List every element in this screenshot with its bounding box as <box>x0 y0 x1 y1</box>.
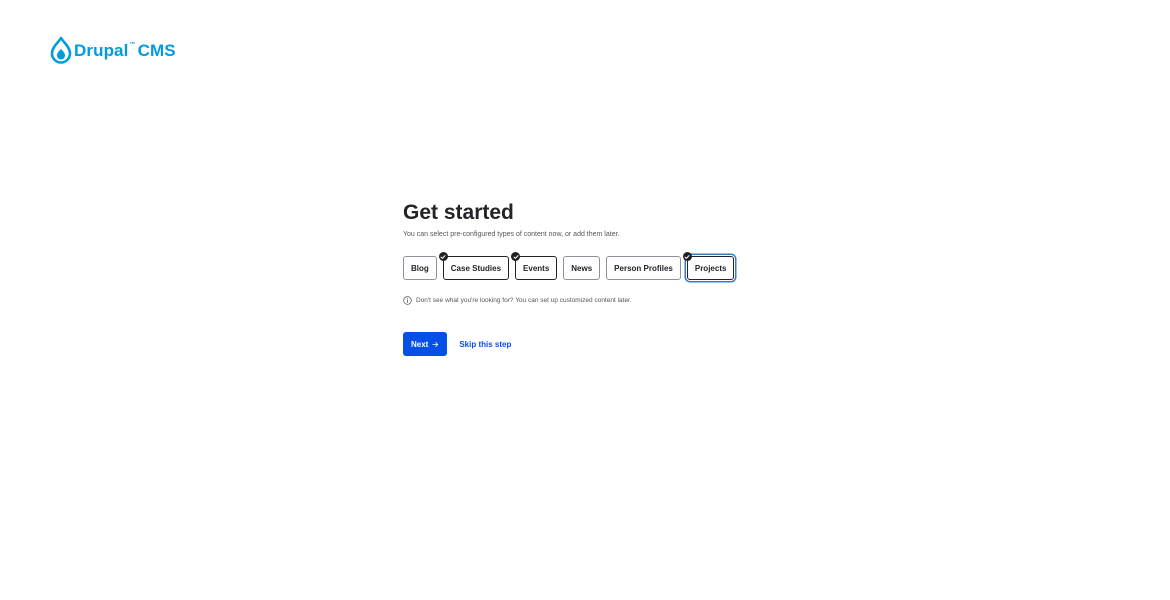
drupal-drop-icon <box>50 36 72 64</box>
info-icon <box>403 295 412 305</box>
get-started-panel: Get started You can select pre-configure… <box>403 200 823 356</box>
next-button[interactable]: Next <box>403 332 448 356</box>
logo-wordmark: Drupal ™ CMS <box>74 42 176 59</box>
form-actions: Next Skip this step <box>403 332 823 356</box>
next-button-label: Next <box>411 339 429 349</box>
hint-message: Don't see what you're looking for? You c… <box>403 295 823 305</box>
option-blog[interactable]: Blog <box>403 256 437 280</box>
skip-step-link[interactable]: Skip this step <box>459 340 511 349</box>
option-label: Projects <box>694 263 727 273</box>
content-type-options: Blog Case Studies Events News Person Pro… <box>403 252 823 281</box>
arrow-right-icon <box>432 341 439 347</box>
option-case-studies[interactable]: Case Studies <box>438 252 510 280</box>
option-projects[interactable]: Projects <box>682 252 735 280</box>
option-events[interactable]: Events <box>511 252 558 280</box>
option-label: News <box>571 263 593 273</box>
option-label: Person Profiles <box>614 263 673 273</box>
logo-product: CMS <box>137 40 176 60</box>
option-news[interactable]: News <box>563 256 601 280</box>
hint-text: Don't see what you're looking for? You c… <box>416 296 632 304</box>
logo-trademark: ™ <box>129 41 136 48</box>
option-label: Case Studies <box>450 263 502 273</box>
option-person-profiles[interactable]: Person Profiles <box>606 256 681 280</box>
logo-name: Drupal <box>74 40 129 60</box>
check-icon <box>511 252 521 261</box>
page-title: Get started <box>403 201 514 224</box>
check-icon <box>438 252 448 261</box>
page-subtitle: You can select pre-configured types of c… <box>403 231 620 238</box>
drupal-cms-logo[interactable]: Drupal ™ CMS <box>50 35 176 65</box>
option-label: Events <box>523 263 550 273</box>
page: Drupal ™ CMS Get started You can select pr… <box>0 0 1170 600</box>
option-label: Blog <box>411 263 429 273</box>
check-icon <box>682 252 692 261</box>
